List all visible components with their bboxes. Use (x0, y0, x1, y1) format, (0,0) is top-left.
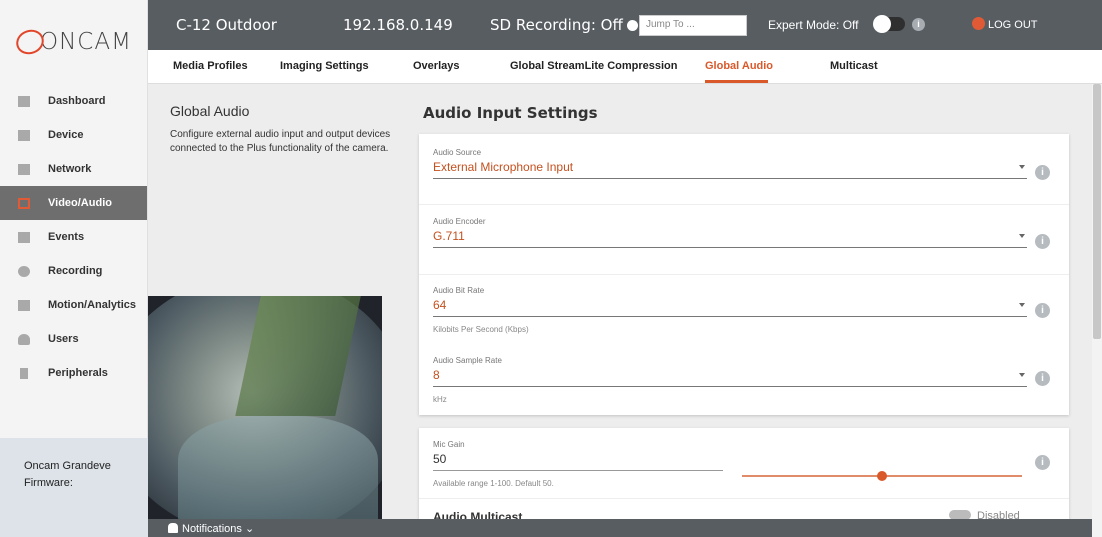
usb-icon (20, 367, 28, 379)
sidebar-item-device[interactable]: Device (0, 118, 147, 152)
sidebar-item-events[interactable]: Events (0, 220, 147, 254)
chart-icon (18, 299, 30, 311)
sidebar-item-label: Motion/Analytics (48, 299, 137, 311)
mic-gain-field[interactable]: Mic Gain 50 Available range 1-100. Defau… (433, 440, 723, 488)
sidebar-item-video-audio[interactable]: Video/Audio (0, 186, 147, 220)
record-icon (18, 265, 30, 277)
sidebar-item-dashboard[interactable]: Dashboard (0, 84, 147, 118)
sidebar-item-label: Device (48, 129, 84, 141)
video-icon (18, 197, 30, 209)
field-label: Audio Sample Rate (433, 356, 502, 365)
audio-encoder-select[interactable]: G.711 (433, 229, 1027, 248)
active-tab-indicator (705, 80, 768, 83)
sidebar: ONCAM Dashboard Device Network Video/Aud… (0, 0, 148, 537)
audio-sample-rate-field[interactable]: Audio Sample Rate 8 kHz (433, 356, 1027, 404)
record-status-icon (626, 20, 638, 31)
chevron-down-icon: ⌄ (241, 523, 255, 535)
section-title: Global Audio (170, 103, 250, 119)
logout-label: LOG OUT (988, 19, 1038, 31)
field-label: Audio Encoder (433, 217, 486, 226)
sidebar-item-label: Peripherals (48, 367, 108, 379)
expert-mode-toggle[interactable] (873, 15, 905, 33)
field-label: Mic Gain (433, 440, 465, 449)
sidebar-item-label: Dashboard (48, 95, 106, 107)
notifications-bar[interactable]: Notifications ⌄ (148, 519, 1092, 537)
scrollbar-thumb[interactable] (1093, 84, 1101, 339)
sidebar-item-users[interactable]: Users (0, 322, 147, 356)
audio-source-field[interactable]: Audio Source External Microphone Input (433, 148, 1027, 179)
sidebar-item-label: Network (48, 163, 92, 175)
logout-button[interactable]: LOG OUT (972, 17, 1038, 31)
sd-recording-status: SD Recording: Off (490, 16, 638, 34)
top-bar: C-12 Outdoor 192.168.0.149 SD Recording:… (148, 0, 1102, 50)
audio-bitrate-select[interactable]: 64 (433, 298, 1027, 317)
notifications-label: Notifications (182, 523, 242, 535)
expert-mode-label: Expert Mode: Off (768, 18, 859, 32)
firmware-label: Firmware: (24, 477, 73, 489)
camera-preview (148, 296, 382, 520)
chevron-down-icon (1019, 165, 1025, 169)
sidebar-item-label: Recording (48, 265, 103, 277)
field-hint: Kilobits Per Second (Kbps) (433, 325, 529, 334)
audio-bitrate-field[interactable]: Audio Bit Rate 64 Kilobits Per Second (K… (433, 286, 1027, 334)
audio-encoder-info-icon[interactable]: i (1035, 234, 1050, 249)
oncam-logo: ONCAM (0, 0, 147, 84)
logo-text: ONCAM (40, 29, 132, 55)
sidebar-item-label: Events (48, 231, 85, 243)
mic-gain-card: Mic Gain 50 Available range 1-100. Defau… (419, 428, 1069, 528)
separator (419, 498, 1069, 499)
network-icon (18, 163, 30, 175)
mic-gain-info-icon[interactable]: i (1035, 455, 1050, 470)
chevron-down-icon (1019, 373, 1025, 377)
expert-info-icon[interactable]: i (912, 18, 925, 31)
mic-gain-input[interactable]: 50 (433, 452, 723, 471)
audio-encoder-field[interactable]: Audio Encoder G.711 (433, 217, 1027, 248)
sidebar-item-motion-analytics[interactable]: Motion/Analytics (0, 288, 147, 322)
bell-icon (168, 523, 178, 533)
field-hint: kHz (433, 395, 447, 404)
sidebar-item-label: Video/Audio (48, 197, 112, 209)
chevron-down-icon (1019, 234, 1025, 238)
field-label: Audio Bit Rate (433, 286, 485, 295)
device-info: Oncam Grandeve Firmware: (0, 438, 148, 537)
camera-icon (18, 129, 30, 141)
tab-multicast[interactable]: Multicast (830, 60, 878, 72)
tab-imaging-settings[interactable]: Imaging Settings (280, 60, 369, 72)
field-hint: Available range 1-100. Default 50. (433, 479, 554, 488)
toggle-knob (873, 15, 891, 33)
tab-bar: Media Profiles Imaging Settings Overlays… (148, 50, 1102, 84)
sidebar-item-network[interactable]: Network (0, 152, 147, 186)
tab-overlays[interactable]: Overlays (413, 60, 459, 72)
chevron-down-icon (1019, 303, 1025, 307)
audio-bitrate-info-icon[interactable]: i (1035, 303, 1050, 318)
camera-ip: 192.168.0.149 (343, 16, 453, 34)
jump-to-input[interactable]: Jump To ... (639, 15, 747, 36)
sidebar-item-label: Users (48, 333, 79, 345)
sidebar-item-peripherals[interactable]: Peripherals (0, 356, 147, 390)
user-icon (18, 333, 30, 345)
audio-sample-rate-info-icon[interactable]: i (1035, 371, 1050, 386)
audio-source-select[interactable]: External Microphone Input (433, 160, 1027, 179)
audio-sample-rate-select[interactable]: 8 (433, 368, 1027, 387)
slider-knob[interactable] (877, 471, 887, 481)
grid-icon (18, 95, 30, 107)
tab-media-profiles[interactable]: Media Profiles (173, 60, 248, 72)
device-name: Oncam Grandeve (24, 460, 111, 472)
audio-input-card: Audio Source External Microphone Input i… (419, 134, 1069, 415)
mic-gain-slider[interactable] (742, 469, 1022, 483)
separator (419, 274, 1069, 275)
field-label: Audio Source (433, 148, 482, 157)
tab-global-audio[interactable]: Global Audio (705, 60, 773, 72)
calendar-icon (18, 231, 30, 243)
sidebar-item-recording[interactable]: Recording (0, 254, 147, 288)
camera-name: C-12 Outdoor (176, 16, 277, 34)
section-description: Configure external audio input and outpu… (170, 129, 391, 154)
power-icon (972, 17, 985, 30)
preview-floor (178, 416, 378, 520)
scrollbar[interactable] (1092, 84, 1102, 537)
audio-input-title: Audio Input Settings (423, 104, 598, 122)
separator (419, 204, 1069, 205)
audio-source-info-icon[interactable]: i (1035, 165, 1050, 180)
tab-global-streamlite-compression[interactable]: Global StreamLite Compression (510, 60, 677, 72)
